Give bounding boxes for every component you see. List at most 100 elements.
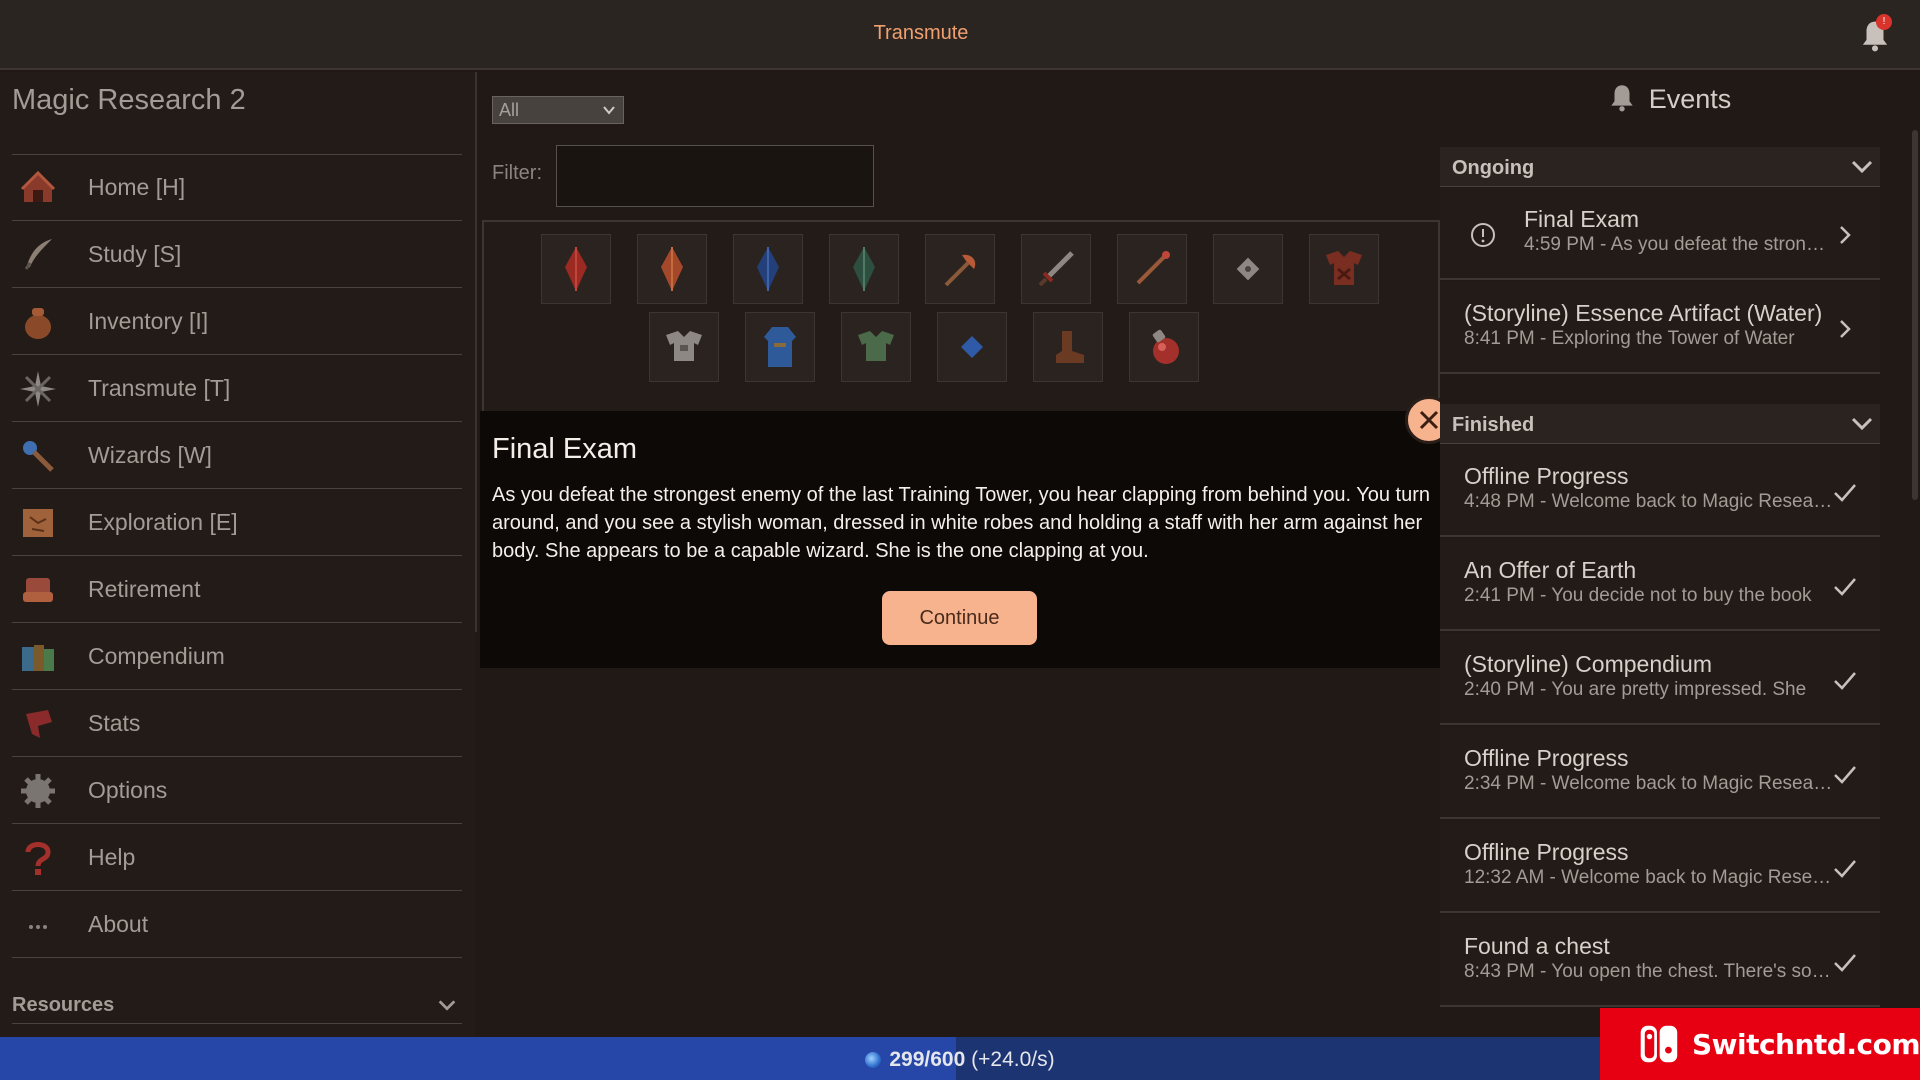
sword-icon <box>1038 251 1074 287</box>
event-summary: 2:40 PM - You are pretty impressed. She <box>1464 679 1807 700</box>
event-title: An Offer of Earth <box>1464 557 1637 583</box>
event-item[interactable]: Found a chest 8:43 PM - You open the che… <box>1440 915 1880 1007</box>
event-item[interactable]: (Storyline) Compendium 2:40 PM - You are… <box>1440 633 1880 725</box>
chart-icon <box>16 702 60 746</box>
item-slot[interactable] <box>637 234 707 304</box>
checkmark-icon <box>1834 766 1856 784</box>
gear-icon <box>16 769 60 813</box>
events-header: Events <box>1440 82 1900 115</box>
events-panel: Events Ongoing Final Exam 4:59 PM - As y… <box>1440 72 1920 1012</box>
resources-section-toggle[interactable]: Resources <box>12 990 462 1024</box>
watermark-text: Switchntd.com <box>1691 1027 1920 1061</box>
events-title: Events <box>1648 84 1732 114</box>
sidebar-item-label: Exploration [E] <box>88 509 238 535</box>
dialog-title: Final Exam <box>492 433 638 465</box>
finished-section-toggle[interactable]: Finished <box>1440 404 1880 444</box>
item-slot[interactable] <box>745 312 815 382</box>
wand-icon <box>16 434 60 478</box>
sidebar-item-help[interactable]: Help <box>12 825 462 891</box>
orange-crystal-icon <box>661 247 683 291</box>
event-summary: 12:32 AM - Welcome back to Magic Researc… <box>1464 867 1834 888</box>
sidebar-item-study[interactable]: Study [S] <box>12 222 462 288</box>
sidebar-item-label: Home [H] <box>88 174 186 200</box>
quill-icon <box>16 233 60 277</box>
item-slot[interactable] <box>1117 234 1187 304</box>
sidebar-item-label: Stats <box>88 710 141 736</box>
events-scrollbar[interactable] <box>1912 130 1918 500</box>
mana-orb-icon <box>865 1052 882 1068</box>
event-item[interactable]: Offline Progress 2:34 PM - Welcome back … <box>1440 727 1880 819</box>
event-item[interactable]: (Storyline) Essence Artifact (Water) 8:4… <box>1440 282 1880 374</box>
event-title: Found a chest <box>1464 933 1610 959</box>
app-title: Magic Research 2 <box>12 84 246 116</box>
ellipsis-icon <box>16 903 60 947</box>
alert-circle-icon <box>1471 223 1495 247</box>
chevron-right-icon <box>1840 320 1851 338</box>
potion-icon <box>1152 329 1179 364</box>
ongoing-section-toggle[interactable]: Ongoing <box>1440 147 1880 187</box>
event-item[interactable]: Offline Progress 12:32 AM - Welcome back… <box>1440 821 1880 913</box>
item-slot[interactable] <box>1309 234 1379 304</box>
sidebar-item-label: Options <box>88 777 168 803</box>
event-summary: 2:41 PM - You decide not to buy the book <box>1464 585 1812 606</box>
event-item[interactable]: Final Exam 4:59 PM - As you defeat the s… <box>1440 188 1880 280</box>
notification-badge: ! <box>1876 14 1892 30</box>
category-select[interactable]: All <box>492 96 624 124</box>
sidebar-item-transmute[interactable]: Transmute [T] <box>12 356 462 422</box>
transmute-items-grid <box>482 220 1440 415</box>
armor-icon <box>1326 251 1362 285</box>
sidebar-item-inventory[interactable]: Inventory [I] <box>12 289 462 355</box>
event-title: Offline Progress <box>1464 839 1629 865</box>
sidebar-scrollbar[interactable] <box>475 72 477 632</box>
item-slot[interactable] <box>541 234 611 304</box>
event-title: (Storyline) Essence Artifact (Water) <box>1464 300 1823 326</box>
checkmark-icon <box>1834 954 1856 972</box>
charm-icon <box>1236 257 1260 281</box>
item-slot[interactable] <box>649 312 719 382</box>
sidebar-item-label: Help <box>88 844 136 870</box>
sidebar-item-label: Transmute [T] <box>88 375 231 401</box>
sidebar-item-compendium[interactable]: Compendium <box>12 624 462 690</box>
chevron-down-icon <box>1851 417 1873 431</box>
item-slot[interactable] <box>1033 312 1103 382</box>
checkmark-icon <box>1834 672 1856 690</box>
blue-gem-icon <box>961 336 983 358</box>
axe-icon <box>944 254 976 287</box>
chevron-down-icon <box>1851 160 1873 174</box>
item-slot[interactable] <box>925 234 995 304</box>
event-summary: 2:34 PM - Welcome back to Magic Research <box>1464 773 1834 794</box>
item-slot[interactable] <box>1213 234 1283 304</box>
book-icon <box>16 635 60 679</box>
sidebar-item-about[interactable]: About <box>12 892 462 958</box>
chevron-down-icon <box>438 1000 456 1011</box>
bell-icon <box>1611 85 1633 112</box>
sidebar-item-home[interactable]: Home [H] <box>12 155 462 221</box>
mana-value: 299/600 <box>889 1048 966 1071</box>
item-slot[interactable] <box>1021 234 1091 304</box>
sidebar-item-label: Study [S] <box>88 241 182 267</box>
event-dialog: Final Exam As you defeat the strongest e… <box>480 411 1440 668</box>
sidebar-item-exploration[interactable]: Exploration [E] <box>12 490 462 556</box>
item-slot[interactable] <box>733 234 803 304</box>
filter-input[interactable] <box>556 145 874 207</box>
item-slot[interactable] <box>829 234 899 304</box>
event-summary: 4:48 PM - Welcome back to Magic Research <box>1464 491 1834 512</box>
sidebar-item-options[interactable]: Options <box>12 758 462 824</box>
site-watermark: Switchntd.com <box>1600 1008 1920 1080</box>
mana-rate: (+24.0/s) <box>971 1048 1055 1071</box>
checkmark-icon <box>1834 484 1856 502</box>
continue-button[interactable]: Continue <box>882 591 1037 645</box>
sidebar-item-label: Wizards [W] <box>88 442 212 468</box>
sidebar-item-wizards[interactable]: Wizards [W] <box>12 423 462 489</box>
sidebar-item-stats[interactable]: Stats <box>12 691 462 757</box>
blue-crystal-icon <box>757 247 779 291</box>
item-slot[interactable] <box>937 312 1007 382</box>
sidebar-item-retirement[interactable]: Retirement <box>12 557 462 623</box>
event-title: Offline Progress <box>1464 745 1629 771</box>
item-slot[interactable] <box>841 312 911 382</box>
checkmark-icon <box>1834 578 1856 596</box>
armchair-icon <box>16 568 60 612</box>
event-item[interactable]: An Offer of Earth 2:41 PM - You decide n… <box>1440 539 1880 631</box>
item-slot[interactable] <box>1129 312 1199 382</box>
event-item[interactable]: Offline Progress 4:48 PM - Welcome back … <box>1440 445 1880 537</box>
